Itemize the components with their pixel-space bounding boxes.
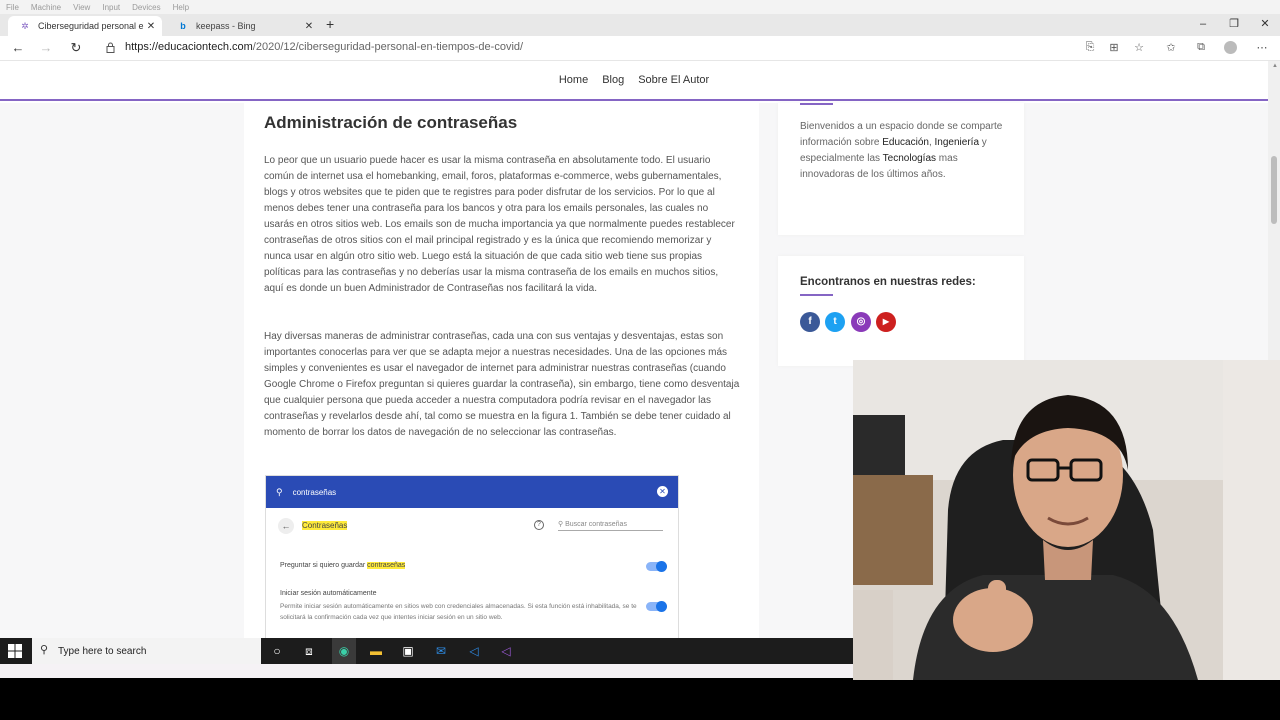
facebook-icon[interactable]: f bbox=[800, 312, 820, 332]
vm-menubar: File Machine View Input Devices Help bbox=[0, 0, 1280, 14]
figure-row-autosignin-desc: Permite iniciar sesión automáticamente e… bbox=[280, 603, 637, 621]
twitter-icon[interactable]: t bbox=[825, 312, 845, 332]
profile-avatar-icon[interactable] bbox=[1222, 41, 1238, 55]
search-icon: ⚲ bbox=[276, 486, 283, 497]
cortana-icon[interactable]: ○ bbox=[267, 642, 287, 660]
tab-bar: ✲ Ciberseguridad personal en tiem ✕ b ke… bbox=[0, 14, 1280, 36]
vm-menu-file[interactable]: File bbox=[0, 3, 25, 12]
windows-start-icon[interactable] bbox=[8, 644, 22, 658]
close-window-button[interactable]: ✕ bbox=[1250, 14, 1280, 36]
figure-chrome-passwords-screenshot: ⚲ contraseñas ✕ ← Contraseñas ? ⚲ Buscar… bbox=[265, 475, 679, 638]
vm-menu-machine[interactable]: Machine bbox=[25, 3, 67, 12]
site-favicon-icon: ✲ bbox=[21, 21, 29, 31]
address-bar: ← → ↻ https://educaciontech.com/2020/12/… bbox=[0, 36, 1280, 61]
tab-close-icon[interactable]: ✕ bbox=[302, 21, 316, 32]
tab-label: Ciberseguridad personal en tiem bbox=[38, 21, 144, 31]
figure-password-search: ⚲ Buscar contraseñas bbox=[558, 520, 663, 531]
forward-arrow-icon[interactable]: → bbox=[36, 40, 56, 55]
edge-icon[interactable]: ◉ bbox=[334, 642, 354, 660]
figure-row-autosignin-title: Iniciar sesión automáticamente bbox=[280, 590, 377, 597]
collections-icon[interactable]: ⧉ bbox=[1193, 41, 1209, 55]
vm-menu-devices[interactable]: Devices bbox=[126, 3, 166, 12]
heading-underline bbox=[800, 103, 833, 105]
article-paragraph-2: Hay diversas maneras de administrar cont… bbox=[264, 331, 740, 438]
social-heading: Encontranos en nuestras redes: bbox=[800, 276, 976, 288]
visual-studio-icon[interactable]: ◁ bbox=[496, 642, 516, 660]
article-paragraph-1: Lo peor que un usuario puede hacer es us… bbox=[264, 155, 735, 294]
toggle-switch bbox=[646, 601, 667, 612]
nav-blog-link[interactable]: Blog bbox=[602, 74, 624, 86]
reading-view-icon[interactable]: ⊞ bbox=[1106, 41, 1122, 55]
sidebar-social-card: Encontranos en nuestras redes: f t ◎ ▶ bbox=[778, 256, 1024, 366]
task-view-icon[interactable]: ⧈ bbox=[299, 642, 319, 660]
tab-ciberseguridad[interactable]: ✲ Ciberseguridad personal en tiem ✕ bbox=[8, 16, 162, 36]
youtube-icon[interactable]: ▶ bbox=[876, 312, 896, 332]
windows-taskbar: ⚲ Type here to search ○ ⧈ ◉ ▬ ▣ ✉ ◁ ◁ bbox=[0, 638, 853, 664]
maximize-button[interactable]: ❐ bbox=[1219, 14, 1249, 36]
screen: File Machine View Input Devices Help ✲ C… bbox=[0, 0, 1280, 720]
figure-row-offer-save: Preguntar si quiero guardar contraseñas bbox=[280, 562, 406, 569]
clear-icon: ✕ bbox=[657, 486, 668, 497]
vm-menu-help[interactable]: Help bbox=[167, 3, 195, 12]
taskbar-search-placeholder: Type here to search bbox=[58, 645, 147, 657]
tab-label: keepass - Bing bbox=[196, 21, 256, 31]
sidebar-about-card: Bienvenidos a un espacio donde se compar… bbox=[778, 103, 1024, 235]
new-tab-button[interactable]: + bbox=[326, 16, 334, 32]
store-icon[interactable]: ▣ bbox=[398, 642, 418, 660]
bottom-strip bbox=[0, 664, 853, 678]
scroll-up-icon[interactable]: ▲ bbox=[1272, 63, 1278, 69]
search-icon: ⚲ bbox=[40, 644, 49, 656]
section-heading: Administración de contraseñas bbox=[264, 113, 518, 132]
webcam-overlay bbox=[853, 360, 1280, 680]
url-host: https://educaciontech.com bbox=[125, 41, 253, 53]
instagram-icon[interactable]: ◎ bbox=[851, 312, 871, 332]
lock-icon bbox=[106, 42, 115, 53]
back-arrow-icon: ← bbox=[278, 518, 294, 534]
url-path: /2020/12/ciberseguridad-personal-en-tiem… bbox=[252, 41, 524, 53]
heading-underline bbox=[800, 294, 833, 296]
site-navigation: Home Blog Sobre El Autor bbox=[0, 61, 1268, 101]
favorite-star-icon[interactable]: ☆ bbox=[1131, 41, 1147, 55]
figure-search-bar: ⚲ contraseñas ✕ bbox=[266, 476, 678, 508]
refresh-icon[interactable]: ↻ bbox=[66, 40, 86, 56]
vm-menu-view[interactable]: View bbox=[67, 3, 96, 12]
minimize-button[interactable]: – bbox=[1188, 14, 1218, 36]
vscode-icon[interactable]: ◁ bbox=[464, 642, 484, 660]
taskbar-search-box[interactable]: ⚲ Type here to search bbox=[32, 638, 261, 664]
sidebar-intro-text: Bienvenidos a un espacio donde se compar… bbox=[800, 121, 1003, 180]
back-arrow-icon[interactable]: ← bbox=[8, 40, 28, 55]
article-content: Administración de contraseñas Lo peor qu… bbox=[244, 103, 759, 638]
toggle-switch bbox=[646, 561, 667, 572]
scrollbar-thumb[interactable] bbox=[1271, 156, 1277, 224]
tab-keepass-bing[interactable]: b keepass - Bing ✕ bbox=[166, 16, 320, 36]
bing-icon: b bbox=[180, 21, 186, 31]
tab-close-icon[interactable]: ✕ bbox=[144, 21, 158, 32]
webcam-video-image bbox=[853, 360, 1280, 680]
vm-menu-input[interactable]: Input bbox=[96, 3, 126, 12]
translate-icon[interactable]: ⎘ bbox=[1082, 41, 1098, 55]
more-menu-icon[interactable]: ⋯ bbox=[1254, 41, 1270, 55]
nav-home-link[interactable]: Home bbox=[559, 74, 588, 86]
figure-search-value: contraseñas bbox=[292, 487, 337, 497]
mail-icon[interactable]: ✉ bbox=[431, 642, 451, 660]
figure-title: Contraseñas bbox=[302, 521, 348, 530]
nav-sobre-el-autor-link[interactable]: Sobre El Autor bbox=[638, 74, 709, 86]
file-explorer-icon[interactable]: ▬ bbox=[366, 642, 386, 660]
favorites-icon[interactable]: ✩ bbox=[1163, 41, 1179, 55]
help-icon: ? bbox=[534, 520, 544, 530]
url-field[interactable]: https://educaciontech.com/2020/12/cibers… bbox=[125, 41, 523, 53]
